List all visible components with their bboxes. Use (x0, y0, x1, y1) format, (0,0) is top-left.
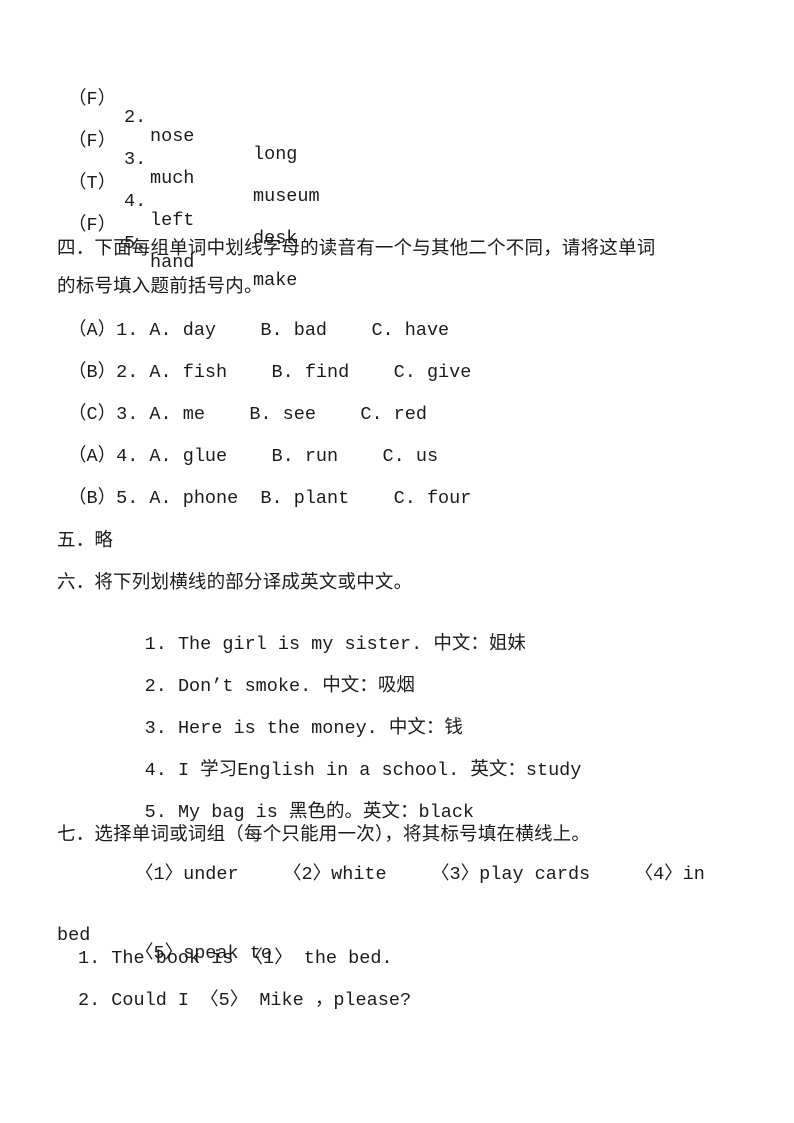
section-four-heading-line-1: 四．下面每组单词中划线字母的读音有一个与其他二个不同，请将这单词 (57, 238, 656, 259)
item-number: 5. (144, 801, 167, 823)
word-bank-line-2: bed 〈5〉speak to (57, 908, 272, 982)
list-item: （B）5. A. phone B. plant C. four (68, 488, 472, 509)
item-english: The girl is my sister. (177, 633, 423, 655)
item-english: Here is the money. (177, 717, 378, 739)
list-item: （A）4. A. glue B. run C. us (68, 446, 439, 467)
tf-word-1: nose (150, 125, 195, 147)
item-answer: 姐妹 (488, 632, 526, 654)
section-four-heading-line-2: 的标号填入题前括号内。 (57, 276, 263, 297)
section-seven-heading: 七．选择单词或词组（每个只能用一次），将其标号填在横线上。 (57, 824, 591, 845)
tf-mark: （T） (68, 172, 117, 194)
word-bank-line-1: 〈1〉under 〈2〉white 〈3〉play cards 〈4〉in (135, 864, 705, 885)
item-label: 中文： (433, 632, 489, 654)
list-item: 2. Could I 〈5〉 Mike ，please? (78, 990, 412, 1011)
worksheet-page: （F） 2. nose long （F） 3. much museum （T） … (0, 0, 794, 1123)
item-english: Don’t smoke. (177, 675, 312, 697)
item-cjk-blank: 黑色的。 (288, 800, 363, 822)
section-five-heading: 五．略 (57, 530, 114, 551)
item-label: 中文： (322, 674, 378, 696)
item-number: 3. (144, 717, 167, 739)
list-item: （A）1. A. day B. bad C. have (68, 320, 450, 341)
item-answer: study (525, 759, 582, 781)
tf-mark: （F） (68, 88, 117, 110)
list-item: （B）2. A. fish B. find C. give (68, 362, 472, 383)
item-english-pre: My bag is (177, 801, 289, 823)
tf-word-1: much (150, 167, 195, 189)
item-label: 英文： (363, 800, 419, 822)
list-item: （C）3. A. me B. see C. red (68, 404, 427, 425)
item-answer: 吸烟 (377, 674, 415, 696)
item-cjk-blank: 学习 (200, 758, 238, 780)
item-answer: black (418, 801, 475, 823)
word-bank-wrap-word: bed (57, 924, 91, 946)
tf-word-2: museum (253, 186, 320, 207)
tf-mark: （F） (68, 130, 117, 152)
list-item: 1. The book is 〈1〉 the bed. (78, 948, 393, 969)
item-label: 中文： (388, 716, 445, 738)
tf-mark: （F） (68, 214, 117, 236)
item-label: 英文： (470, 758, 526, 780)
item-number: 2. (144, 675, 167, 697)
section-six-heading: 六．将下列划横线的部分译成英文或中文。 (57, 572, 413, 593)
item-english-post: English in a school. (237, 759, 460, 781)
item-english-pre: I (177, 759, 201, 781)
item-number: 1. (144, 633, 167, 655)
tf-word-1: left (150, 209, 195, 231)
item-number: 4. (144, 759, 167, 781)
tf-word-2: long (253, 144, 298, 165)
item-answer: 钱 (444, 716, 463, 738)
